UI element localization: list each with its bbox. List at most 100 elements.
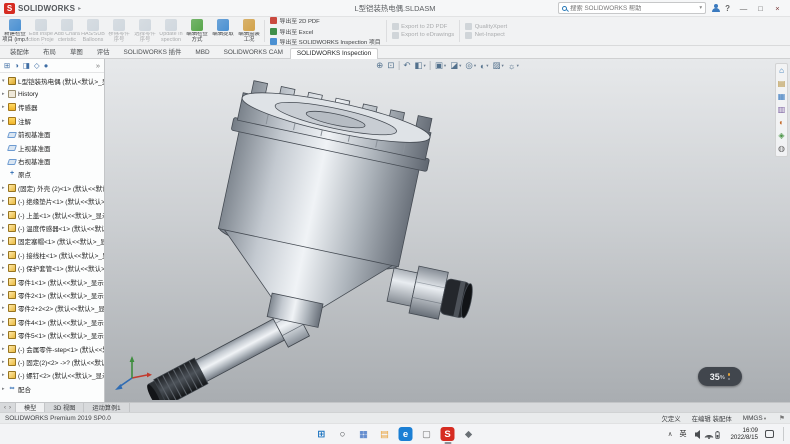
- tree-item[interactable]: 前视基准面: [0, 128, 104, 141]
- update-inspection-button[interactable]: Update Inspection: [158, 18, 184, 44]
- zoom-to-fit-icon[interactable]: ⊕: [376, 60, 383, 71]
- display-style-icon[interactable]: ◪▾: [450, 60, 461, 71]
- tree-item[interactable]: ▸(-) 固定(2)<2> ->? (默认<<默认>_显示状: [0, 355, 104, 368]
- edit-inspection-method-button[interactable]: 编辑检查方式: [184, 18, 210, 44]
- export-to-2d-pdf-button[interactable]: Export to 2D PDF: [392, 23, 455, 30]
- tree-item[interactable]: ▸传感器: [0, 101, 104, 114]
- taskbar-file-explorer-icon[interactable]: ▤: [378, 427, 392, 441]
- tree-item[interactable]: ▸零件5<1> (默认<<默认>_显示状态 1>): [0, 328, 104, 341]
- search-caret-icon[interactable]: ▾: [699, 5, 702, 11]
- hide-show-items-icon[interactable]: ◎▾: [465, 60, 476, 71]
- taskbar-app-dark-icon[interactable]: ◆: [462, 427, 476, 441]
- tree-item[interactable]: ▸注解: [0, 114, 104, 127]
- tree-item[interactable]: ▸零件2+2<2> (默认<<默认>_显示状态: [0, 302, 104, 315]
- edit-appearance-icon[interactable]: ◐▾: [480, 61, 488, 71]
- tree-item[interactable]: ▸零件1<1> (默认<<默认>_显示状态 1>): [0, 275, 104, 288]
- doc-tab-model[interactable]: 模型: [16, 403, 45, 412]
- tab-assembly[interactable]: 装配体: [3, 45, 36, 58]
- scroll-tabs-right-icon[interactable]: ›: [9, 405, 11, 411]
- tree-item[interactable]: ▾L型铠装热电偶 (默认<默认>_显示状态-1: [0, 74, 104, 87]
- file-explorer-icon[interactable]: ▦: [778, 93, 786, 101]
- view-palette-icon[interactable]: ▥: [778, 106, 786, 114]
- taskbar-search-icon[interactable]: ○: [336, 427, 350, 441]
- tree-item[interactable]: 右视基准面: [0, 154, 104, 167]
- section-view-icon[interactable]: ◧▾: [415, 60, 426, 71]
- tree-item[interactable]: ▸(-) 保护套管<1> (默认<<默认>_显示状态: [0, 261, 104, 274]
- net-inspect-button[interactable]: Net-Inspect: [465, 32, 507, 39]
- tab-solidworks-inspection[interactable]: SOLIDWORKS Inspection: [290, 48, 378, 59]
- featuremanager-tab[interactable]: ⊞: [4, 61, 10, 70]
- tree-item[interactable]: ▸(固定) 外壳 (2)<1> (默认<<默认>_显示状态: [0, 181, 104, 194]
- export-to-edrawings-button[interactable]: Export to eDrawings: [392, 32, 455, 39]
- taskbar-clock[interactable]: 16:09 2022/8/15: [730, 427, 758, 442]
- notifications-icon[interactable]: [765, 430, 774, 438]
- model-l-type-armored-thermocouple[interactable]: [105, 59, 790, 400]
- tab-solidworks-addins[interactable]: SOLIDWORKS 插件: [117, 45, 189, 58]
- forum-icon[interactable]: ◍: [778, 145, 785, 153]
- qualityxpert-button[interactable]: QualityXpert: [465, 23, 507, 30]
- edit-inspection-project-button[interactable]: Edit Inspection Project: [28, 18, 54, 44]
- has-sub-balloons-button[interactable]: HAS/SUB Balloons: [80, 18, 106, 44]
- previous-view-icon[interactable]: ↶: [403, 60, 410, 71]
- maximize-button[interactable]: □: [752, 1, 769, 15]
- tree-item[interactable]: ▸(-) 会属零件-step<1> (默认<<默认>_显示: [0, 342, 104, 355]
- minimize-button[interactable]: —: [735, 1, 752, 15]
- show-desktop-button[interactable]: [783, 427, 785, 441]
- remove-balloons-button[interactable]: 移除零件序号: [106, 18, 132, 44]
- panel-flyout-chevron[interactable]: »: [96, 61, 100, 70]
- tree-item[interactable]: ▸(-) 绝缘垫片<1> (默认<<默认>_显示状态: [0, 195, 104, 208]
- search-input[interactable]: [570, 5, 696, 12]
- custom-properties-icon[interactable]: ◈: [778, 132, 784, 140]
- edit-mounting-button[interactable]: 编辑监装工况: [236, 18, 262, 44]
- menu-expand-caret-icon[interactable]: ▸: [78, 5, 81, 12]
- tree-item[interactable]: ▸(-) 温度传感器<1> (默认<<默认>_显示状: [0, 221, 104, 234]
- view-settings-icon[interactable]: ☼▾: [508, 61, 519, 71]
- appearances-scenes-icon[interactable]: ◐: [779, 119, 784, 127]
- propertymanager-tab[interactable]: ◑: [14, 61, 19, 70]
- status-tag-icon[interactable]: ⚑: [779, 414, 785, 422]
- login-icon[interactable]: [711, 4, 720, 13]
- tree-item[interactable]: ▸History: [0, 87, 104, 100]
- close-button[interactable]: ×: [769, 1, 786, 15]
- select-balloons-button[interactable]: 选择零件序号: [132, 18, 158, 44]
- doc-tab-3d-views[interactable]: 3D 视图: [45, 403, 84, 412]
- configurationmanager-tab[interactable]: ◨: [23, 61, 30, 70]
- graphics-area[interactable]: ⊕⊡↶◧▾▣▾◪▾◎▾◐▾▨▾☼▾ 35 %: [105, 59, 790, 402]
- tab-layout[interactable]: 布局: [36, 45, 63, 58]
- taskbar-start-icon[interactable]: ⊞: [315, 427, 329, 441]
- export-excel-button[interactable]: 导出至 Excel: [270, 27, 381, 36]
- taskbar-solidworks-icon[interactable]: S: [441, 427, 455, 441]
- tree-item[interactable]: ▸∞配合: [0, 382, 104, 395]
- tab-sketch[interactable]: 草图: [63, 45, 90, 58]
- new-inspection-project-button[interactable]: 新建检查项目 (imp.fo): [2, 18, 28, 44]
- tree-item[interactable]: ▸(-) 上盖<1> (默认<<默认>_显示状态: [0, 208, 104, 221]
- taskbar-edge-icon[interactable]: e: [399, 427, 413, 441]
- tree-item[interactable]: ▸零件2<1> (默认<<默认>_显示状态 1>): [0, 288, 104, 301]
- solidworks-resources-icon[interactable]: ⌂: [779, 67, 784, 75]
- tree-item[interactable]: ▸零件4<1> (默认<<默认>_显示状态 1>): [0, 315, 104, 328]
- side-connector[interactable]: [386, 261, 476, 325]
- apply-scene-icon[interactable]: ▨▾: [493, 60, 504, 71]
- connection-head[interactable]: [195, 78, 507, 357]
- taskbar-app-gray-icon[interactable]: ▢: [420, 427, 434, 441]
- ime-indicator[interactable]: 英: [679, 429, 686, 439]
- displaymanager-tab[interactable]: ●: [44, 61, 49, 70]
- status-units[interactable]: MMGS ▾: [743, 415, 766, 422]
- taskbar-task-view-icon[interactable]: ▦: [357, 427, 371, 441]
- export-2d-pdf-button[interactable]: 导出至 2D PDF: [270, 16, 381, 25]
- tab-solidworks-cam[interactable]: SOLIDWORKS CAM: [217, 47, 290, 58]
- tab-evaluate[interactable]: 评估: [90, 45, 117, 58]
- zoom-to-area-icon[interactable]: ⊡: [387, 60, 394, 71]
- help-icon[interactable]: ?: [725, 4, 730, 13]
- export-inspection-project-button[interactable]: 导出至 SOLIDWORKS Inspection 项目: [270, 37, 381, 46]
- tree-item[interactable]: +原点: [0, 168, 104, 181]
- hidden-icons-chevron[interactable]: ∧: [668, 430, 673, 438]
- tray-status-icons[interactable]: [693, 429, 723, 440]
- tree-item[interactable]: ▸(-) 螺钉<2> (默认<<默认>_显示状态 1>): [0, 369, 104, 382]
- help-search-box[interactable]: ▾: [558, 2, 706, 14]
- design-library-icon[interactable]: ▤: [778, 80, 786, 88]
- scroll-tabs-left-icon[interactable]: ‹: [4, 405, 6, 411]
- dimxpertmanager-tab[interactable]: ◇: [34, 61, 40, 70]
- add-characteristic-button[interactable]: Add Characteristic: [54, 18, 80, 44]
- edit-extraction-button[interactable]: 编辑提取: [210, 18, 236, 44]
